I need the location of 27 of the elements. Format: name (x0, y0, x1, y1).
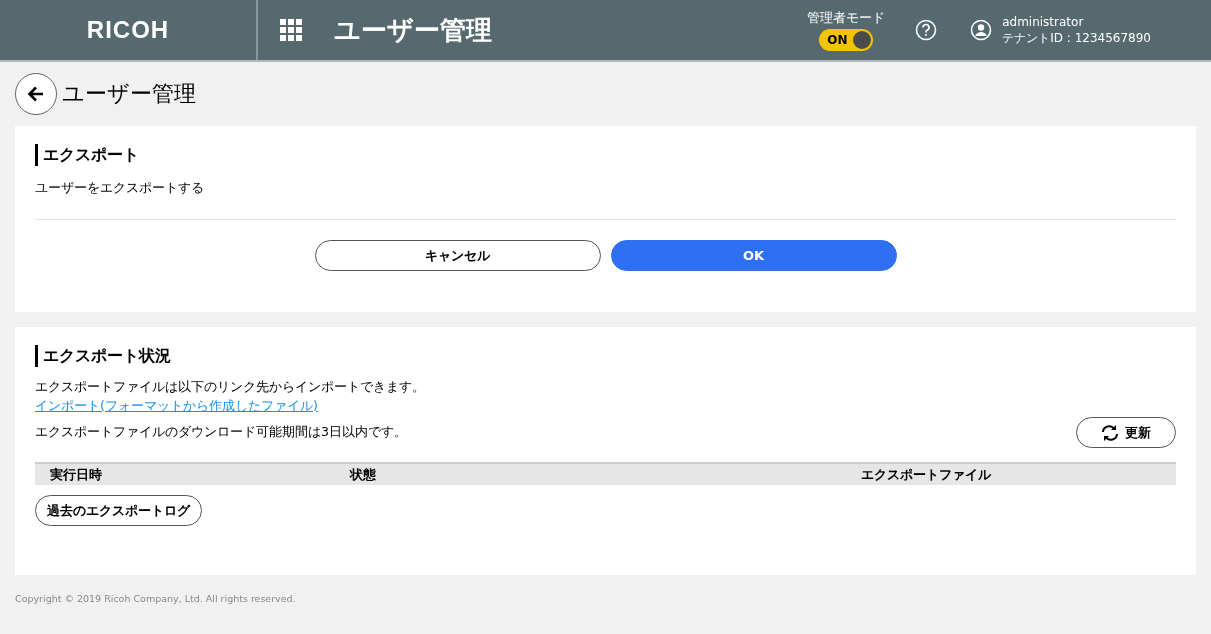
arrow-left-icon (26, 84, 46, 104)
help-icon[interactable] (915, 19, 938, 41)
copyright-text: Copyright © 2019 Ricoh Company, Ltd. All rights reserved. (15, 593, 297, 604)
import-link[interactable]: インポート(フォーマットから作成したファイル) (35, 398, 318, 415)
app-title: ユーザー管理 (334, 13, 492, 47)
admin-mode-label: 管理者モード (807, 9, 886, 27)
export-log-button[interactable]: 過去のエクスポートログ (35, 495, 202, 526)
column-header: エクスポートファイル (859, 465, 992, 484)
tenant-id: テナントID : 1234567890 (1002, 30, 1151, 46)
section-heading: エクスポート (35, 144, 1176, 166)
cancel-button[interactable]: キャンセル (314, 240, 601, 271)
refresh-button[interactable]: 更新 (1076, 417, 1176, 448)
column-header: 実行日時 (49, 465, 103, 484)
period-text: エクスポートファイルのダウンロード可能期間は3日以内です。 (35, 424, 407, 441)
info-text: エクスポートファイルは以下のリンク先からインポートできます。 (35, 379, 426, 396)
column-header: 状態 (348, 465, 377, 484)
description-text: ユーザーをエクスポートする (35, 180, 205, 197)
back-button[interactable] (15, 73, 57, 115)
user-name: administrator (1002, 14, 1085, 30)
ok-button[interactable]: OK (610, 240, 897, 271)
refresh-icon (1101, 424, 1119, 441)
admin-mode-toggle[interactable]: ON (819, 29, 874, 51)
section-heading: エクスポート状況 (35, 345, 1176, 367)
logo: RICOH (86, 16, 170, 44)
user-icon[interactable] (970, 19, 993, 41)
page-title: ユーザー管理 (62, 80, 196, 108)
app-grid-icon[interactable] (280, 19, 302, 41)
